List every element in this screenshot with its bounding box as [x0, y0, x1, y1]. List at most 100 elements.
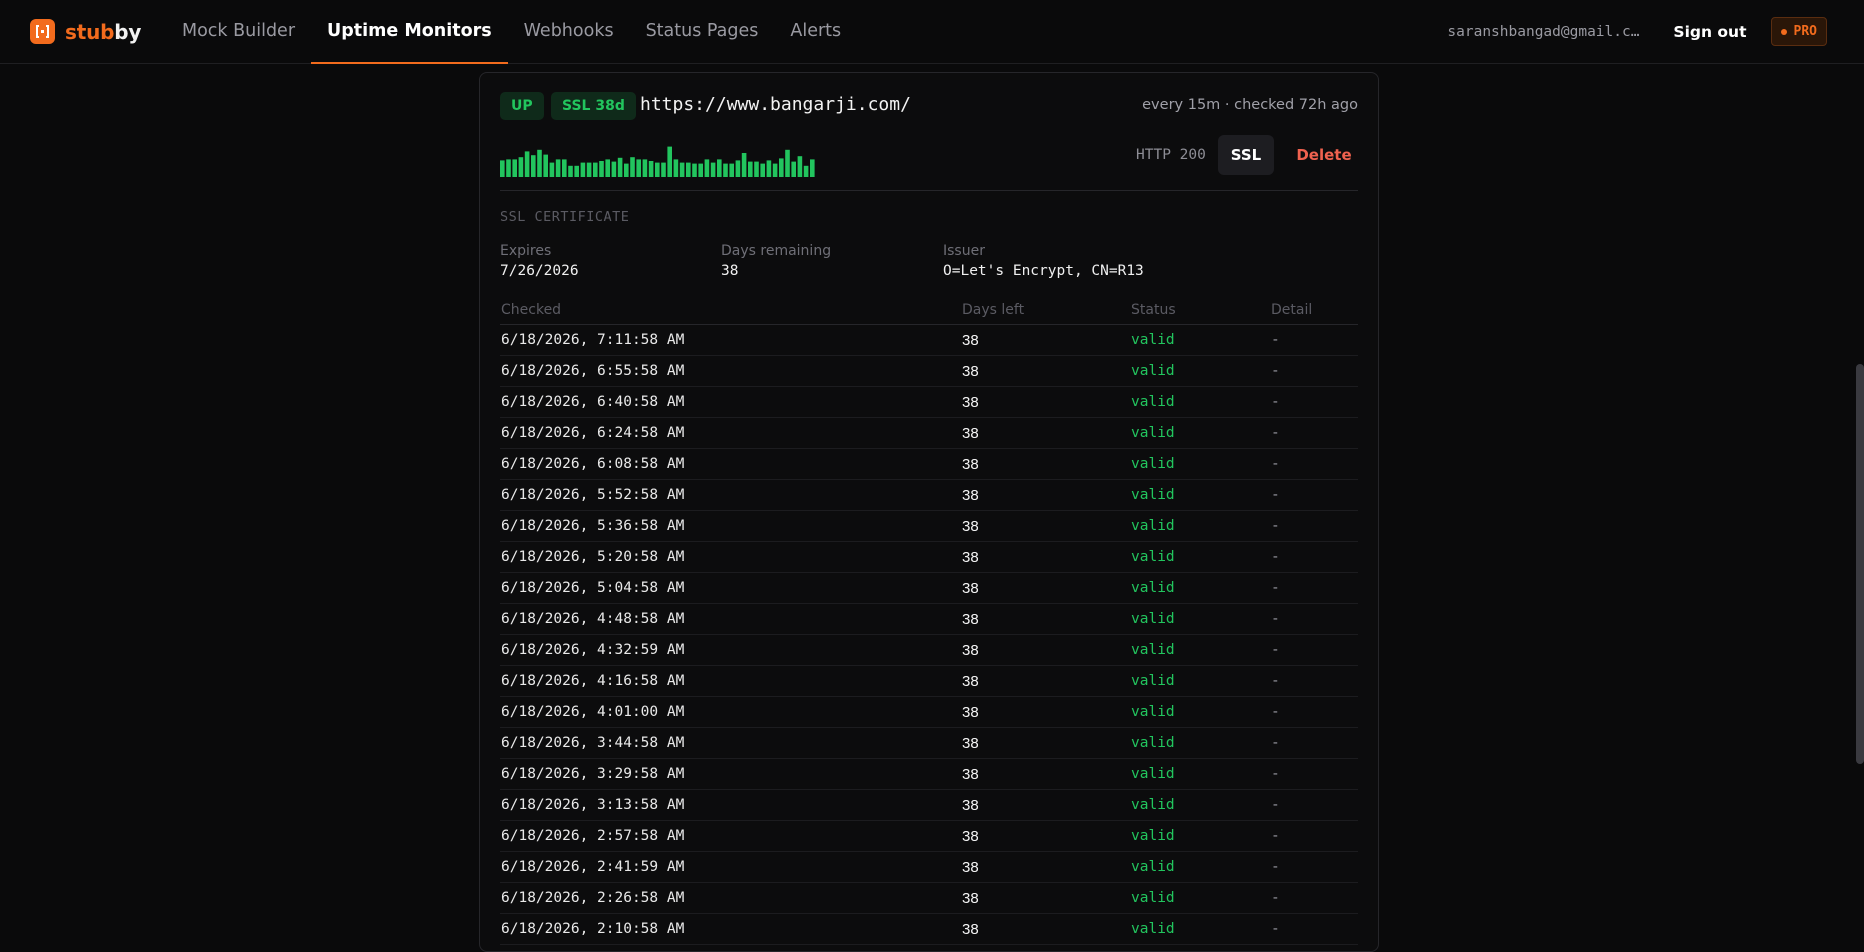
- column-header-status: Status: [1131, 302, 1176, 318]
- cell-checked: 6/18/2026, 3:44:58 AM: [501, 735, 685, 751]
- http-status-code: HTTP 200: [1136, 147, 1206, 163]
- tab-webhooks[interactable]: Webhooks: [508, 0, 630, 64]
- ssl-toggle-button[interactable]: SSL: [1218, 135, 1274, 175]
- column-header-checked: Checked: [501, 302, 562, 318]
- table-row: 6/18/2026, 2:10:58 AM 38 valid -: [500, 914, 1358, 945]
- uptime-bar: [586, 162, 592, 177]
- uptime-bar: [636, 159, 641, 177]
- table-row: 6/18/2026, 2:41:59 AM 38 valid -: [500, 852, 1358, 883]
- dot-icon: [1780, 28, 1787, 35]
- cell-detail: -: [1271, 580, 1280, 596]
- uptime-bar: [760, 163, 765, 177]
- uptime-bar: [797, 156, 803, 177]
- uptime-bar: [766, 160, 772, 177]
- cell-checked: 6/18/2026, 6:40:58 AM: [501, 394, 685, 410]
- cell-detail: -: [1271, 394, 1280, 410]
- divider: [500, 190, 1358, 191]
- table-row: 6/18/2026, 2:57:58 AM 38 valid -: [500, 821, 1358, 852]
- cell-detail: -: [1271, 921, 1280, 937]
- page-scrollbar[interactable]: [1856, 364, 1864, 764]
- cell-detail: -: [1271, 487, 1280, 503]
- cell-days-left: 38: [962, 518, 979, 535]
- cell-status: valid: [1131, 859, 1175, 875]
- cell-days-left: 38: [962, 456, 979, 473]
- uptime-bar: [506, 159, 511, 177]
- cell-checked: 6/18/2026, 6:24:58 AM: [501, 425, 685, 441]
- uptime-bar: [710, 162, 716, 177]
- cell-checked: 6/18/2026, 6:55:58 AM: [501, 363, 685, 379]
- uptime-bar: [717, 159, 722, 177]
- table-header: Checked Days left Status Detail: [500, 294, 1358, 325]
- table-row: 6/18/2026, 7:11:58 AM 38 valid -: [500, 325, 1358, 356]
- cell-days-left: 38: [962, 859, 979, 876]
- pro-plan-badge[interactable]: PRO: [1770, 17, 1827, 46]
- days-remaining-label: Days remaining: [721, 243, 832, 259]
- ssl-days-badge: SSL 38d: [551, 92, 636, 120]
- cell-status: valid: [1131, 363, 1175, 379]
- column-header-days-left: Days left: [962, 302, 1025, 318]
- cell-status: valid: [1131, 766, 1175, 782]
- uptime-bar: [704, 159, 710, 177]
- ssl-section-title: SSL CERTIFICATE: [500, 209, 630, 225]
- tab-mock-builder[interactable]: Mock Builder: [166, 0, 311, 64]
- cell-days-left: 38: [962, 704, 979, 721]
- cell-detail: -: [1271, 332, 1280, 348]
- uptime-bar: [630, 157, 635, 177]
- cell-detail: -: [1271, 549, 1280, 565]
- cell-detail: -: [1271, 890, 1280, 906]
- uptime-bar: [791, 161, 796, 177]
- sign-out-button[interactable]: Sign out: [1673, 23, 1746, 41]
- cell-days-left: 38: [962, 921, 979, 938]
- table-row: 6/18/2026, 6:08:58 AM 38 valid -: [500, 449, 1358, 480]
- uptime-bar: [667, 146, 672, 177]
- cell-detail: -: [1271, 642, 1280, 658]
- cell-days-left: 38: [962, 425, 979, 442]
- uptime-bar: [754, 161, 759, 177]
- cell-status: valid: [1131, 549, 1175, 565]
- brand-logo-link[interactable]: stubby: [30, 19, 141, 44]
- tab-status-pages[interactable]: Status Pages: [630, 0, 775, 64]
- uptime-bar: [785, 149, 790, 177]
- status-badge: UP: [500, 92, 544, 120]
- cell-detail: -: [1271, 735, 1280, 751]
- cell-days-left: 38: [962, 642, 979, 659]
- uptime-bar: [723, 163, 728, 177]
- cell-days-left: 38: [962, 363, 979, 380]
- tab-alerts[interactable]: Alerts: [774, 0, 857, 64]
- table-row: 6/18/2026, 5:20:58 AM 38 valid -: [500, 542, 1358, 573]
- uptime-bar: [810, 159, 815, 177]
- cell-checked: 6/18/2026, 4:01:00 AM: [501, 704, 685, 720]
- uptime-bar: [642, 159, 648, 177]
- uptime-bar: [735, 160, 741, 177]
- cell-detail: -: [1271, 859, 1280, 875]
- uptime-bar: [648, 161, 654, 177]
- uptime-bar: [686, 162, 691, 177]
- uptime-bar: [729, 163, 734, 177]
- uptime-bar: [524, 151, 530, 177]
- table-row: 6/18/2026, 6:24:58 AM 38 valid -: [500, 418, 1358, 449]
- cell-checked: 6/18/2026, 7:11:58 AM: [501, 332, 685, 348]
- monitor-url: https://www.bangarji.com/: [640, 94, 911, 115]
- uptime-bar: [617, 157, 623, 177]
- table-row: 6/18/2026, 6:40:58 AM 38 valid -: [500, 387, 1358, 418]
- cell-days-left: 38: [962, 549, 979, 566]
- uptime-bar: [574, 165, 579, 177]
- cell-checked: 6/18/2026, 2:41:59 AM: [501, 859, 685, 875]
- cell-status: valid: [1131, 332, 1175, 348]
- cell-days-left: 38: [962, 828, 979, 845]
- cell-checked: 6/18/2026, 5:36:58 AM: [501, 518, 685, 534]
- delete-monitor-button[interactable]: Delete: [1291, 135, 1357, 175]
- cell-detail: -: [1271, 797, 1280, 813]
- uptime-bar: [698, 163, 703, 177]
- cell-status: valid: [1131, 673, 1175, 689]
- uptime-bar: [772, 163, 778, 177]
- cell-days-left: 38: [962, 797, 979, 814]
- cell-status: valid: [1131, 921, 1175, 937]
- expires-value: 7/26/2026: [500, 263, 579, 279]
- tab-uptime-monitors[interactable]: Uptime Monitors: [311, 0, 508, 64]
- cell-days-left: 38: [962, 611, 979, 628]
- uptime-bar: [580, 162, 586, 177]
- uptime-bar: [679, 162, 685, 177]
- cell-detail: -: [1271, 766, 1280, 782]
- ssl-history-table: Checked Days left Status Detail 6/18/202…: [500, 294, 1358, 945]
